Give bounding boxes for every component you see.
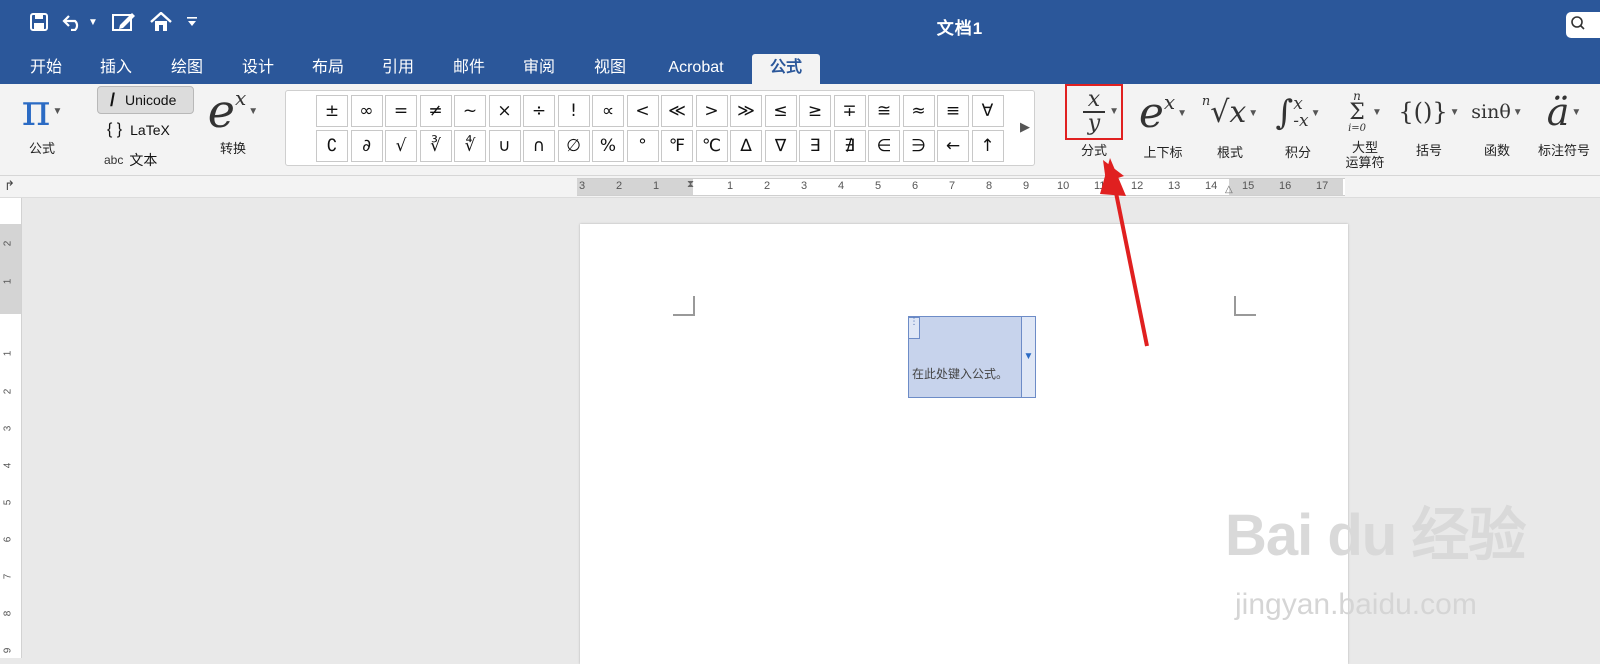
watermark-logo: Bai du 经验 xyxy=(1225,503,1526,568)
watermark-url: jingyan.baidu.com xyxy=(1235,588,1477,621)
